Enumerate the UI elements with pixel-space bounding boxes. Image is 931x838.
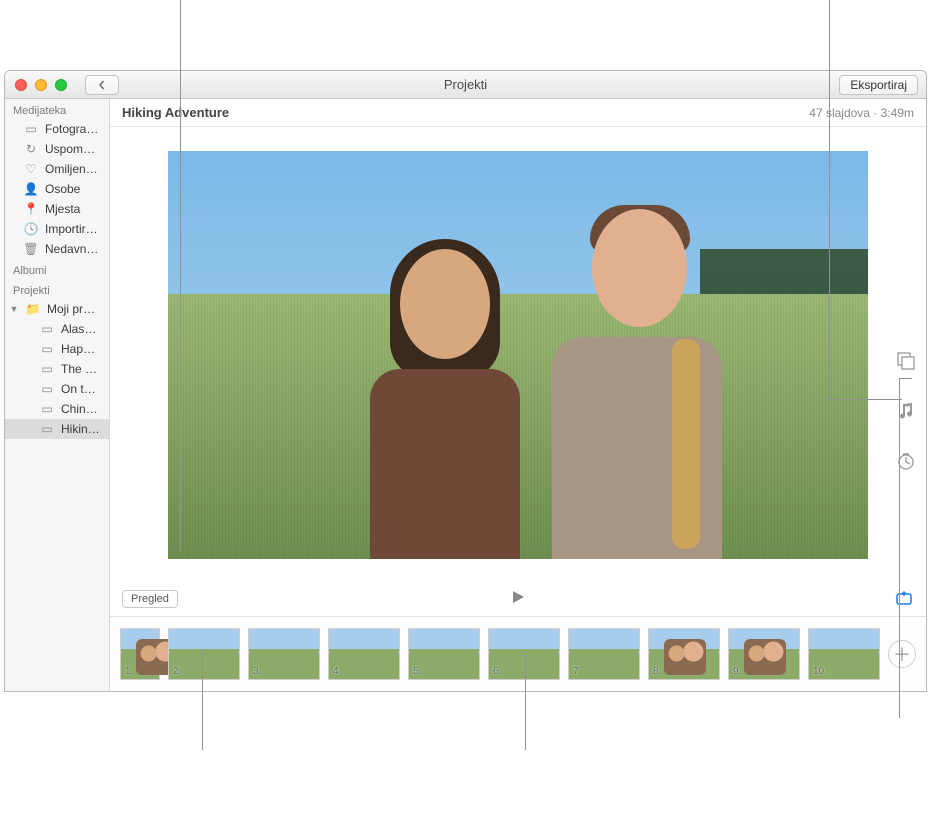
heart-icon: ♡ xyxy=(23,162,39,176)
book-icon: ▭ xyxy=(39,342,55,356)
sidebar: Medijateka ▭ Fotografije ↻ Uspomene ♡ Om… xyxy=(5,99,110,691)
sidebar-section-library: Medijateka xyxy=(5,99,109,119)
filmstrip-thumb[interactable]: 4 xyxy=(328,628,400,680)
slideshow-icon: ▭ xyxy=(39,362,55,376)
sidebar-item-my-projects[interactable]: ▼ 📁 Moji projekti xyxy=(5,299,109,319)
window-title: Projekti xyxy=(444,77,487,92)
project-title: Hiking Adventure xyxy=(122,105,229,120)
chevron-down-icon[interactable]: ▼ xyxy=(9,304,19,314)
sidebar-item-favorites[interactable]: ♡ Omiljene stavke xyxy=(5,159,109,179)
filmstrip: 1 2 3 4 5 6 7 8 9 10 ＋ xyxy=(110,616,926,691)
sidebar-item-trash[interactable]: 🗑 Nedavno obrisano xyxy=(5,239,109,259)
filmstrip-thumb[interactable]: 10 xyxy=(808,628,880,680)
book-icon: ▭ xyxy=(39,322,55,336)
sidebar-project-item[interactable]: ▭ Chinese New Year xyxy=(5,399,109,419)
filmstrip-thumb[interactable]: 9 xyxy=(728,628,800,680)
theme-picker-button[interactable] xyxy=(896,351,916,371)
filmstrip-thumb[interactable]: 5 xyxy=(408,628,480,680)
person-icon: 👤 xyxy=(23,182,39,196)
filmstrip-thumb[interactable]: 7 xyxy=(568,628,640,680)
clock-icon: ↻ xyxy=(23,142,39,156)
play-button[interactable] xyxy=(510,589,526,610)
sidebar-project-item[interactable]: ▭ On top of the W… xyxy=(5,379,109,399)
sidebar-section-projects: Projekti xyxy=(5,279,109,299)
loop-button[interactable] xyxy=(894,589,914,609)
sidebar-project-item[interactable]: ▭ The Pup xyxy=(5,359,109,379)
slideshow-icon: ▭ xyxy=(39,422,55,436)
slide-image[interactable] xyxy=(168,151,868,559)
trash-icon: 🗑 xyxy=(23,242,39,256)
close-window-button[interactable] xyxy=(15,79,27,91)
export-button[interactable]: Eksportiraj xyxy=(839,75,918,95)
sidebar-section-albums: Albumi xyxy=(5,259,109,279)
app-window: Projekti Eksportiraj Medijateka ▭ Fotogr… xyxy=(4,70,927,692)
zoom-window-button[interactable] xyxy=(55,79,67,91)
slide-preview-area xyxy=(110,127,926,582)
traffic-lights xyxy=(15,79,67,91)
book-icon: ▭ xyxy=(39,382,55,396)
sidebar-project-item[interactable]: ▭ Happy Birthday… xyxy=(5,339,109,359)
filmstrip-thumb[interactable]: 3 xyxy=(248,628,320,680)
minimize-window-button[interactable] xyxy=(35,79,47,91)
back-button[interactable] xyxy=(85,75,119,95)
pin-icon: 📍 xyxy=(23,202,39,216)
sidebar-item-memories[interactable]: ↻ Uspomene xyxy=(5,139,109,159)
photos-icon: ▭ xyxy=(23,122,39,136)
project-header: Hiking Adventure 47 slajdova · 3:49m xyxy=(110,99,926,127)
filmstrip-thumb[interactable]: 8 xyxy=(648,628,720,680)
add-slides-button[interactable]: ＋ xyxy=(888,640,916,668)
sidebar-project-item[interactable]: ▭ Alaska Book Proj… xyxy=(5,319,109,339)
import-icon: 🕓 xyxy=(23,222,39,236)
folder-icon: 📁 xyxy=(25,302,41,316)
sidebar-item-people[interactable]: 👤 Osobe xyxy=(5,179,109,199)
project-meta: 47 slajdova · 3:49m xyxy=(809,106,914,120)
filmstrip-thumb[interactable]: 6 xyxy=(488,628,560,680)
sidebar-item-places[interactable]: 📍 Mjesta xyxy=(5,199,109,219)
sidebar-item-imports[interactable]: 🕓 Importirane stavke xyxy=(5,219,109,239)
filmstrip-thumb[interactable]: 1 xyxy=(120,628,160,680)
preview-button[interactable]: Pregled xyxy=(122,590,178,608)
main-area: Hiking Adventure 47 slajdova · 3:49m xyxy=(110,99,926,691)
controls-row: Pregled xyxy=(110,582,926,616)
titlebar: Projekti Eksportiraj xyxy=(5,71,926,99)
sidebar-project-item-selected[interactable]: ▭ Hiking Adventure xyxy=(5,419,109,439)
slideshow-icon: ▭ xyxy=(39,402,55,416)
filmstrip-thumb[interactable]: 2 xyxy=(168,628,240,680)
sidebar-item-photos[interactable]: ▭ Fotografije xyxy=(5,119,109,139)
